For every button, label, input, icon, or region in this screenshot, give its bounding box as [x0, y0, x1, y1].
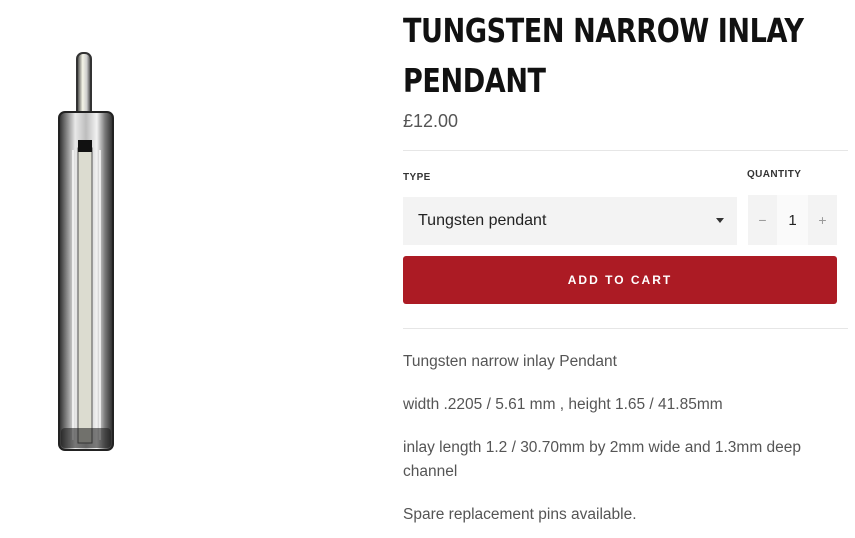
description-line: inlay length 1.2 / 30.70mm by 2mm wide a…	[403, 439, 802, 480]
divider	[403, 328, 848, 329]
description-line: Spare replacement pins available.	[403, 506, 637, 523]
type-select[interactable]: Tungsten pendant	[403, 197, 737, 245]
type-select-value: Tungsten pendant	[418, 212, 547, 229]
quantity-input[interactable]: 1	[777, 195, 808, 245]
quantity-label: QUANTITY	[747, 169, 802, 180]
product-price: £12.00	[403, 111, 459, 131]
product-description: Tungsten narrow inlay Pendant width .220…	[403, 350, 843, 538]
quantity-increase-button[interactable]: +	[808, 195, 837, 245]
quantity-decrease-button[interactable]: −	[748, 195, 777, 245]
variant-row: TYPE QUANTITY Tungsten pendant − 1 +	[403, 151, 848, 256]
product-image[interactable]	[40, 40, 140, 460]
description-line: Tungsten narrow inlay Pendant	[403, 353, 617, 370]
add-to-cart-button[interactable]: ADD TO CART	[403, 256, 837, 304]
pendant-illustration	[58, 52, 114, 451]
chevron-down-icon	[716, 218, 724, 223]
type-label: TYPE	[403, 172, 431, 183]
product-title: TUNGSTEN NARROW INLAY PENDANT	[403, 11, 804, 100]
description-line: width .2205 / 5.61 mm , height 1.65 / 41…	[403, 396, 723, 413]
product-info: TUNGSTEN NARROW INLAY PENDANT £12.00 TYP…	[403, 0, 848, 256]
quantity-stepper[interactable]: − 1 +	[748, 195, 837, 245]
